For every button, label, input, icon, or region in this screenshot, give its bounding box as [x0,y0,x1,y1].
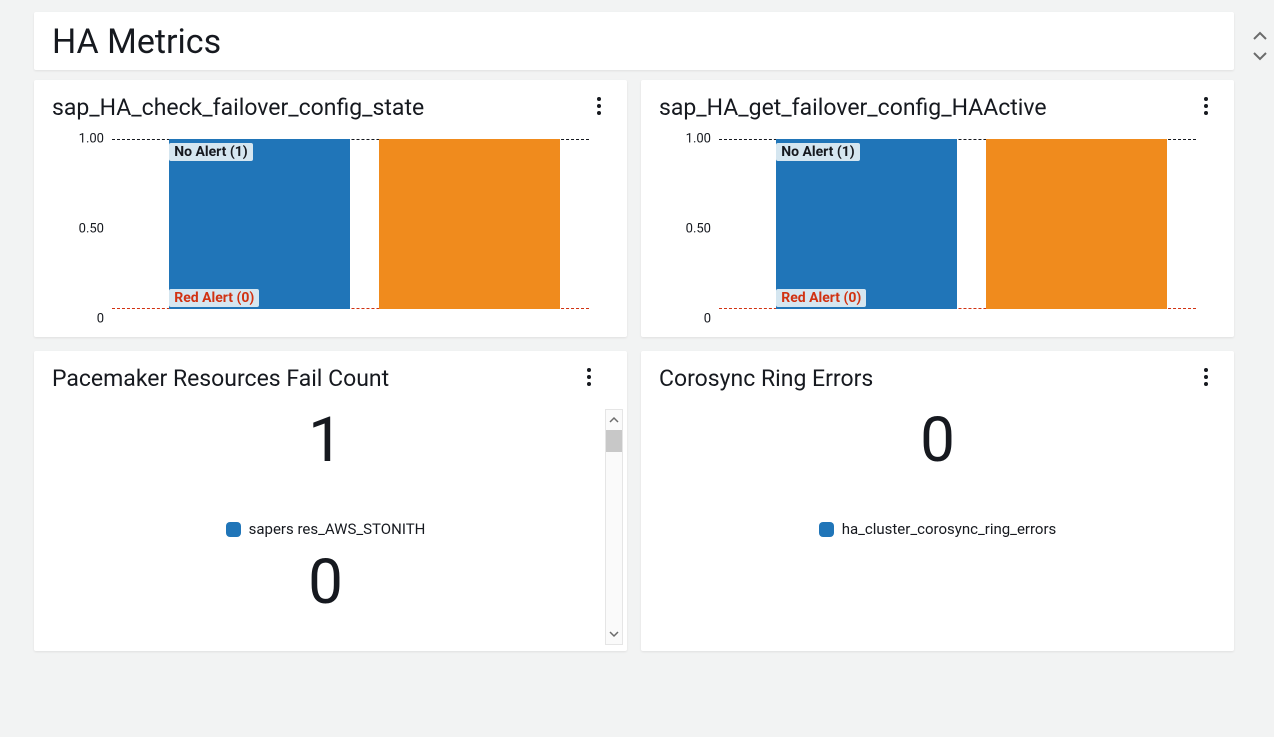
widget-title: Pacemaker Resources Fail Count [52,365,389,392]
legend-label: ha_cluster_corosync_ring_errors [842,520,1057,538]
legend: sapers res_AWS_STONITH [52,520,599,538]
bar-series-b [379,139,560,309]
widget-menu-button[interactable] [1196,365,1216,389]
annotation-redalert: Red Alert (0) [776,289,866,307]
y-tick-label: 1.00 [79,132,104,147]
annotation-noalert: No Alert (1) [776,143,859,161]
widget-title: sap_HA_check_failover_config_state [52,94,424,121]
widget-menu-button[interactable] [1196,94,1216,118]
external-scroll-indicator [1252,30,1268,62]
bar-series-a [169,139,350,309]
metric-value: 0 [659,410,1216,472]
chevron-down-icon [1252,50,1268,62]
y-tick-label: 0.50 [79,222,104,237]
y-tick-label: 0.50 [686,222,711,237]
scroll-thumb[interactable] [606,430,622,452]
widget-menu-button[interactable] [579,365,599,389]
metric-value-secondary: 0 [52,552,599,614]
widget-corosync-ring-errors: Corosync Ring Errors 0 ha_cluster_corosy… [641,351,1234,651]
y-tick-label: 0 [704,312,711,327]
section-title: HA Metrics [52,22,1216,62]
legend-swatch-icon [819,522,834,537]
metric-value: 1 [52,410,599,472]
legend-label: sapers res_AWS_STONITH [249,520,426,538]
widget-menu-button[interactable] [589,94,609,118]
widget-title: Corosync Ring Errors [659,365,873,392]
widget-scrollbar[interactable] [605,409,623,645]
chevron-up-icon [1252,30,1268,42]
annotation-noalert: No Alert (1) [169,143,252,161]
legend: ha_cluster_corosync_ring_errors [659,520,1216,538]
bar-series-a [776,139,957,309]
bar-chart: 1.00 0.50 0 No Alert (1) Red Alert (0) [52,139,609,319]
widget-failover-config-state: sap_HA_check_failover_config_state 1.00 … [34,80,627,337]
y-tick-label: 1.00 [686,132,711,147]
annotation-redalert: Red Alert (0) [169,289,259,307]
bar-chart: 1.00 0.50 0 No Alert (1) Red Alert (0) [659,139,1216,319]
scroll-up-icon[interactable] [606,410,622,430]
widget-failover-haactive: sap_HA_get_failover_config_HAActive 1.00… [641,80,1234,337]
widget-pacemaker-failcount: Pacemaker Resources Fail Count 1 sapers … [34,351,627,651]
widget-title: sap_HA_get_failover_config_HAActive [659,94,1047,121]
y-tick-label: 0 [97,312,104,327]
section-header: HA Metrics [34,12,1234,70]
bar-series-b [986,139,1167,309]
legend-swatch-icon [226,522,241,537]
scroll-down-icon[interactable] [606,624,622,644]
